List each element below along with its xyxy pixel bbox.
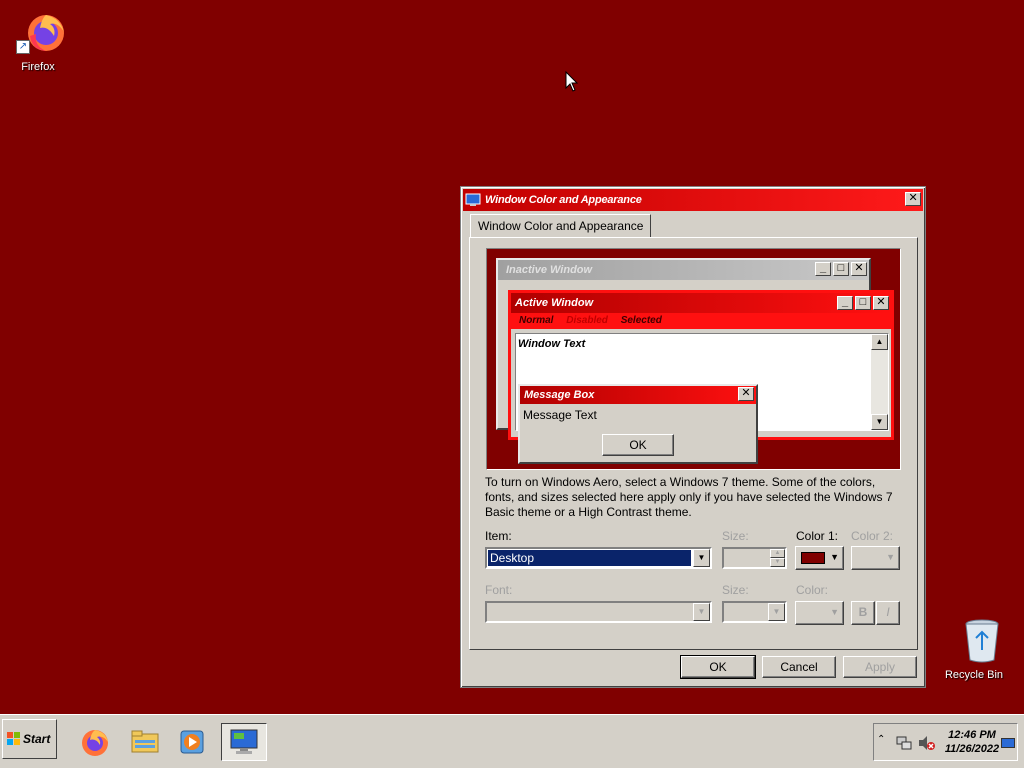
chevron-down-icon: ▼ [830, 552, 839, 562]
apply-button: Apply [843, 656, 917, 678]
font-label: Font: [485, 583, 513, 597]
font-size-combobox: ▼ [722, 601, 787, 623]
font-combobox: ▼ [485, 601, 712, 623]
info-text: To turn on Windows Aero, select a Window… [485, 475, 893, 519]
desktop-icon-label: Recycle Bin [944, 669, 1004, 681]
dialog-titlebar[interactable]: Window Color and Appearance ✕ [463, 189, 923, 211]
scroll-up-icon: ▲ [871, 334, 888, 350]
folder-icon [131, 730, 159, 753]
tab-window-color-appearance[interactable]: Window Color and Appearance [470, 214, 652, 238]
clock-time: 12:46 PM [948, 729, 996, 741]
scroll-down-icon: ▼ [871, 414, 888, 430]
item-selected-value: Desktop [488, 550, 691, 566]
start-button[interactable]: Start [2, 719, 57, 759]
chevron-down-icon: ▼ [768, 603, 785, 621]
chevron-down-icon: ▼ [693, 603, 710, 621]
maximize-icon: □ [833, 262, 849, 276]
chevron-down-icon[interactable]: ▼ [693, 549, 710, 567]
close-icon[interactable]: ✕ [905, 192, 921, 206]
minimize-icon: _ [837, 296, 853, 310]
close-icon: ✕ [738, 387, 754, 401]
preview-message-box: Message Box ✕ Message Text OK [518, 384, 758, 464]
media-player-icon [180, 730, 204, 754]
menu-normal: Normal [519, 315, 554, 326]
spin-down-icon: ▼ [770, 558, 785, 567]
recycle-bin-icon [965, 619, 999, 663]
taskbar-display-settings[interactable] [221, 723, 267, 761]
cancel-button[interactable]: Cancel [762, 656, 836, 678]
show-desktop-button[interactable] [1001, 738, 1015, 748]
color2-label: Color 2: [851, 529, 894, 543]
taskbar-windows-explorer[interactable] [122, 723, 168, 761]
windows-logo-icon [7, 732, 20, 745]
color1-swatch [801, 552, 825, 564]
size-spinner: ▲ ▼ [722, 547, 787, 569]
color2-picker-button: ▼ [851, 546, 900, 570]
window-text: Window Text [518, 338, 586, 350]
font-color-label: Color: [796, 583, 829, 597]
color1-label: Color 1: [796, 529, 839, 543]
close-icon: ✕ [873, 296, 889, 310]
maximize-icon: □ [855, 296, 871, 310]
taskbar: Start ⌃ 12:46 PM 11/26/2022 [0, 714, 1024, 768]
color1-picker-button[interactable]: ▼ [795, 546, 844, 570]
bold-button: B [851, 601, 875, 625]
dialog-title: Window Color and Appearance [485, 194, 642, 206]
network-icon[interactable] [896, 735, 912, 751]
italic-button: I [876, 601, 900, 625]
display-settings-icon [465, 193, 481, 206]
item-combobox[interactable]: Desktop ▼ [485, 547, 712, 569]
mouse-cursor-icon [565, 71, 579, 92]
active-window-title: Active Window [515, 297, 594, 309]
taskbar-firefox[interactable] [72, 723, 118, 761]
item-label: Item: [485, 529, 512, 543]
message-box-ok-button: OK [602, 434, 674, 456]
preview-menu-bar: Normal Disabled Selected [511, 313, 891, 329]
message-box-title: Message Box [524, 389, 595, 401]
font-color-picker-button: ▼ [795, 601, 844, 625]
chevron-down-icon: ▼ [830, 607, 839, 617]
chevron-down-icon: ▼ [886, 552, 895, 562]
shortcut-arrow-icon: ↗ [16, 40, 30, 54]
desktop-icon-recycle-bin[interactable]: Recycle Bin [938, 618, 1010, 681]
menu-disabled: Disabled [566, 315, 608, 326]
clock[interactable]: 12:46 PM 11/26/2022 [944, 728, 1000, 756]
firefox-icon [82, 730, 108, 756]
close-icon: ✕ [851, 262, 867, 276]
volume-muted-icon[interactable] [918, 735, 936, 751]
size-label: Size: [722, 529, 749, 543]
clock-date: 11/26/2022 [944, 743, 1000, 755]
spin-up-icon: ▲ [770, 549, 785, 558]
taskbar-media-player[interactable] [170, 723, 216, 761]
message-box-text: Message Text [523, 408, 597, 422]
minimize-icon: _ [815, 262, 831, 276]
desktop-icon-firefox[interactable]: ↗ Firefox [2, 6, 74, 73]
preview-scrollbar: ▲ ▼ [871, 334, 888, 430]
desktop-icon-label: Firefox [21, 61, 55, 73]
start-label: Start [23, 732, 51, 746]
menu-selected: Selected [620, 315, 662, 326]
system-tray: ⌃ 12:46 PM 11/26/2022 [873, 723, 1018, 761]
ok-button[interactable]: OK [680, 655, 756, 679]
inactive-window-title: Inactive Window [506, 264, 593, 276]
show-hidden-icons-icon[interactable]: ⌃ [877, 734, 885, 745]
display-settings-icon [230, 729, 258, 754]
font-size-label: Size: [722, 583, 749, 597]
